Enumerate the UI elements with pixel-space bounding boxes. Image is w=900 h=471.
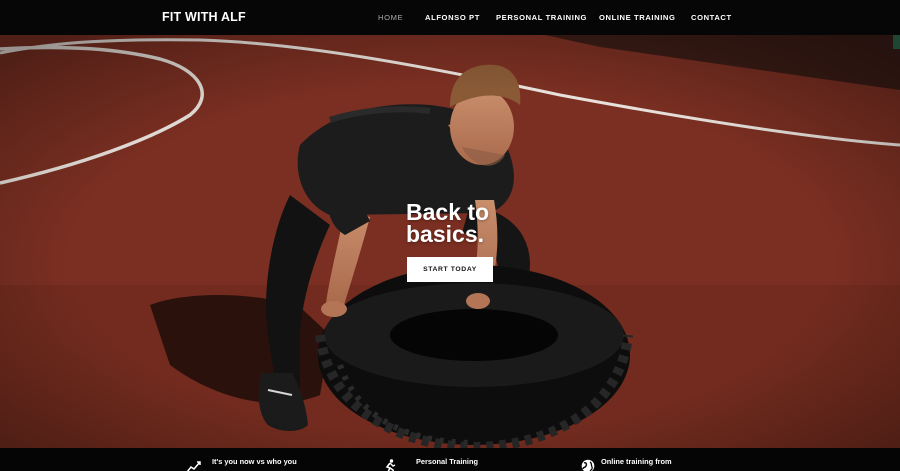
feature-item-personal-training: Personal Training [382,457,478,471]
feature-label-personal-training: Personal Training [416,457,479,466]
nav-contact[interactable]: CONTACT [691,13,732,22]
nav-online-training[interactable]: ONLINE TRAINING [599,13,676,22]
main-nav: HOME ALFONSO PT PERSONAL TRAINING ONLINE… [0,13,900,25]
page: FIT WITH ALF HOME ALFONSO PT PERSONAL TR… [0,0,900,471]
feature-label-progress: It's you now vs who you [212,457,297,466]
top-navigation-bar: FIT WITH ALF HOME ALFONSO PT PERSONAL TR… [0,0,900,35]
feature-label-online-training: Online training from [601,457,672,466]
hero-headline-line-2: basics. [406,221,484,247]
features-strip: It's you now vs who you Personal Trainin… [0,448,900,471]
nav-personal-training[interactable]: PERSONAL TRAINING [496,13,587,22]
hero-headline: Back to basics. [406,199,490,247]
nav-home[interactable]: HOME [378,13,403,22]
globe-icon [581,459,595,471]
runner-icon [385,459,396,471]
feature-item-progress: It's you now vs who you [186,457,297,471]
hero-section: Back to basics. START TODAY [0,35,900,448]
chart-trend-icon [186,461,201,471]
start-today-button[interactable]: START TODAY [407,257,493,282]
feature-item-online-training: Online training from [580,457,672,471]
hero-headline-line-1: Back to [406,199,490,225]
nav-alfonso-pt[interactable]: ALFONSO PT [425,13,480,22]
